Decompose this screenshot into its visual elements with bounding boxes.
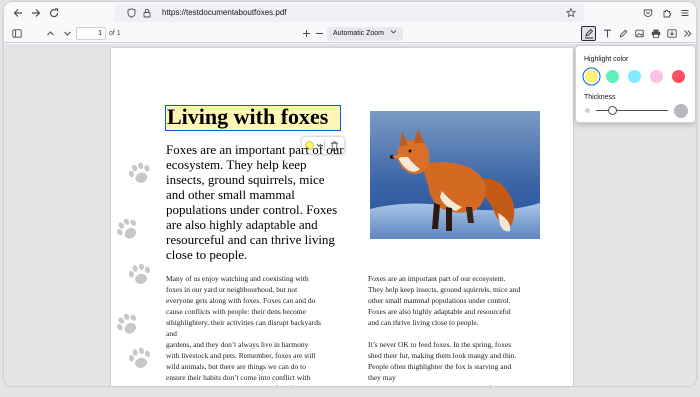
reload-icon[interactable] (46, 5, 62, 21)
thickness-max-icon (674, 104, 688, 118)
url-bar[interactable]: https://testdocumentaboutfoxes.pdf (114, 4, 584, 22)
more-tools-icon[interactable] (681, 26, 694, 41)
page-number-input[interactable]: 1 (76, 27, 106, 40)
text-icon[interactable] (600, 26, 614, 41)
color-option-yellow[interactable] (585, 70, 598, 83)
zoom-out-icon[interactable] (312, 26, 326, 41)
thickness-slider-track[interactable] (596, 110, 668, 111)
page-count-label: of 1 (109, 30, 121, 37)
navigation-bar: https://testdocumentaboutfoxes.pdf (4, 2, 696, 24)
zoom-in-icon[interactable] (299, 26, 313, 41)
previous-page-icon[interactable] (43, 26, 57, 41)
body-column-left: Many of us enjoy watching and coexisting… (166, 274, 321, 386)
menu-icon[interactable] (677, 5, 693, 21)
star-icon[interactable] (564, 5, 578, 21)
color-option-green[interactable] (606, 70, 619, 83)
chevron-down-icon (390, 27, 397, 41)
intro-paragraph: Foxes are an important part of our ecosy… (166, 142, 344, 262)
thickness-label: Thickness (584, 94, 616, 101)
paw-print-icon (116, 313, 137, 334)
paw-print-icon (116, 218, 137, 239)
thickness-slider-handle[interactable] (608, 106, 617, 115)
lock-icon[interactable] (140, 5, 154, 21)
color-option-pink[interactable] (650, 70, 663, 83)
url-text[interactable]: https://testdocumentaboutfoxes.pdf (162, 6, 287, 20)
back-icon[interactable] (10, 5, 26, 21)
pocket-icon[interactable] (640, 5, 656, 21)
paw-print-icon (128, 263, 150, 284)
pdf-page: Living with foxes Foxes are an important… (111, 48, 573, 386)
sidebar-toggle-icon[interactable] (10, 26, 24, 41)
zoom-select[interactable]: Automatic Zoom (327, 27, 403, 41)
extensions-icon[interactable] (659, 5, 675, 21)
browser-window: https://testdocumentaboutfoxes.pdf 1 of … (4, 2, 696, 386)
paw-print-icon (128, 347, 150, 368)
highlight-icon[interactable] (581, 26, 596, 41)
highlight-color-label: Highlight color (584, 56, 629, 63)
body-column-right: Foxes are an important part of our ecosy… (368, 274, 524, 386)
draw-icon[interactable] (616, 26, 630, 41)
paw-print-icon (128, 162, 150, 183)
thickness-min-icon (585, 108, 590, 113)
forward-icon[interactable] (28, 5, 44, 21)
fox-photo (370, 111, 540, 239)
color-option-red[interactable] (672, 70, 685, 83)
next-page-icon[interactable] (60, 26, 74, 41)
color-option-blue[interactable] (628, 70, 641, 83)
highlight-settings-popup: Highlight color Thickness (575, 45, 696, 123)
image-icon[interactable] (632, 26, 646, 41)
save-icon[interactable] (665, 26, 679, 41)
print-icon[interactable] (649, 26, 663, 41)
document-title[interactable]: Living with foxes (165, 105, 341, 131)
shield-icon[interactable] (124, 5, 138, 21)
zoom-select-value: Automatic Zoom (333, 30, 384, 37)
